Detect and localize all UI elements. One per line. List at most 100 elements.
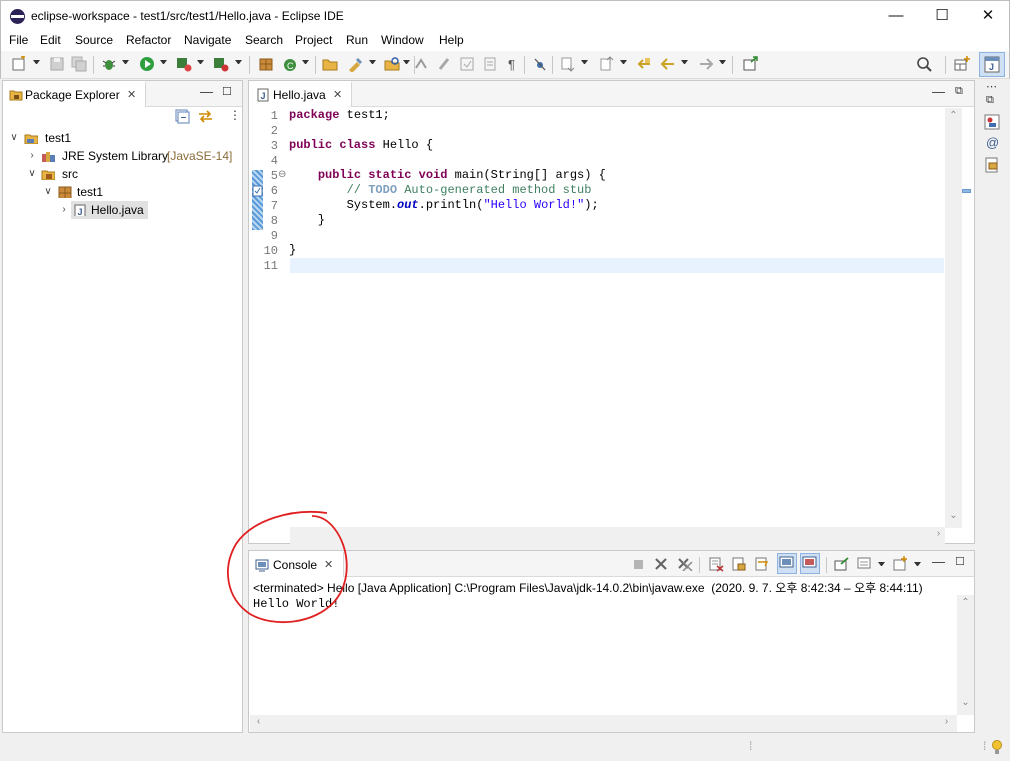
menu-run[interactable]: Run (346, 33, 368, 47)
open-console-icon[interactable] (892, 556, 908, 572)
scroll-left-arrow-icon[interactable]: ‹ (250, 716, 267, 727)
toggle-highlight-icon[interactable] (435, 56, 452, 73)
menu-project[interactable]: Project (295, 33, 332, 47)
open-task-icon[interactable] (346, 56, 363, 73)
editor-horizontal-scrollbar[interactable]: › (290, 527, 945, 544)
declaration-icon[interactable] (984, 157, 1000, 173)
menu-search[interactable]: Search (245, 33, 283, 47)
next-annotation-dropdown-icon[interactable] (581, 60, 588, 64)
new-icon[interactable] (10, 55, 27, 73)
word-wrap-icon[interactable] (754, 556, 770, 572)
pin-editor-icon[interactable] (741, 56, 758, 73)
minimize-view-icon[interactable]: — (200, 84, 213, 99)
toggle-block-icon[interactable] (458, 56, 475, 73)
tree-item-package[interactable]: ∨ test1 (7, 183, 237, 201)
new-java-package-icon[interactable] (257, 56, 274, 73)
search-java-icon[interactable] (383, 56, 400, 73)
debug-icon[interactable] (100, 56, 117, 73)
maximize-view-icon[interactable]: ☐ (955, 555, 965, 568)
editor-vertical-scrollbar[interactable]: ⌃ ⌄ (945, 108, 962, 528)
back-icon[interactable] (659, 56, 676, 73)
scroll-right-arrow-icon[interactable]: › (930, 528, 947, 539)
display-selected-console-icon[interactable] (856, 556, 872, 572)
collapsed-chevron-icon[interactable]: › (59, 201, 69, 219)
restore-view-icon[interactable]: ⧉ (955, 85, 963, 98)
show-whitespace-icon[interactable]: ¶ (503, 56, 520, 73)
coverage-dropdown-icon[interactable] (197, 60, 204, 64)
search-dropdown-icon[interactable] (403, 60, 410, 64)
close-window-button[interactable]: ✕ (965, 1, 1010, 32)
tab-hello-java[interactable]: J Hello.java ✕ (249, 81, 352, 107)
open-console-dropdown-icon[interactable] (914, 562, 921, 566)
trim-menu-dots-icon[interactable]: ⋯ (986, 80, 997, 93)
tree-item-src[interactable]: ∨ src (7, 165, 237, 183)
maximize-view-icon[interactable]: ☐ (222, 85, 232, 98)
remove-launch-icon[interactable] (654, 557, 668, 571)
menu-edit[interactable]: Edit (40, 33, 61, 47)
run-icon[interactable] (138, 56, 155, 73)
tree-item-jre-library[interactable]: › JRE System Library [JavaSE-14] (7, 147, 237, 165)
external-tools-dropdown-icon[interactable] (235, 60, 242, 64)
outline-view-icon[interactable] (984, 114, 1000, 130)
scroll-right-arrow-icon[interactable]: › (938, 716, 955, 727)
display-console-dropdown-icon[interactable] (878, 562, 885, 566)
expanded-chevron-icon[interactable]: ∨ (27, 165, 37, 183)
tree-item-hello-java[interactable]: › J Hello.java (7, 201, 237, 219)
previous-annotation-icon[interactable] (598, 56, 615, 73)
menu-navigate[interactable]: Navigate (184, 33, 231, 47)
task-dropdown-icon[interactable] (369, 60, 376, 64)
show-console-on-stderr-button[interactable] (800, 553, 820, 574)
link-with-editor-icon[interactable] (197, 109, 214, 124)
terminate-icon[interactable] (633, 559, 644, 570)
toggle-ant-icon[interactable] (412, 56, 429, 73)
javadoc-icon[interactable]: @ (986, 135, 999, 150)
scroll-lock-icon[interactable] (731, 556, 747, 572)
restore-outline-icon[interactable]: ⧉ (986, 94, 994, 107)
tip-lightbulb-icon[interactable] (991, 739, 1003, 755)
menu-help[interactable]: Help (439, 33, 464, 47)
java-perspective-button[interactable]: J (979, 52, 1005, 77)
search-icon[interactable] (916, 56, 933, 73)
expanded-chevron-icon[interactable]: ∨ (9, 129, 19, 147)
tree-item-project[interactable]: ∨ test1 (7, 129, 237, 147)
menu-source[interactable]: Source (75, 33, 113, 47)
open-type-icon[interactable] (321, 56, 338, 73)
show-console-on-stdout-button[interactable] (777, 553, 797, 574)
last-edit-location-icon[interactable] (635, 56, 652, 73)
collapse-all-icon[interactable] (175, 109, 190, 124)
menu-window[interactable]: Window (381, 33, 424, 47)
save-icon[interactable] (48, 56, 65, 73)
fold-collapse-icon[interactable]: ⊖ (278, 169, 286, 180)
external-tools-icon[interactable] (212, 56, 229, 73)
collapsed-chevron-icon[interactable]: › (27, 147, 37, 165)
toggle-word-wrap-icon[interactable] (481, 56, 498, 73)
coverage-icon[interactable] (175, 56, 192, 73)
menu-refactor[interactable]: Refactor (126, 33, 171, 47)
new-java-class-icon[interactable]: C (281, 56, 298, 73)
minimize-view-icon[interactable]: — (932, 84, 945, 99)
next-annotation-icon[interactable] (559, 56, 576, 73)
remove-all-terminated-icon[interactable] (677, 557, 693, 571)
forward-icon[interactable] (697, 56, 714, 73)
forward-dropdown-icon[interactable] (719, 60, 726, 64)
open-perspective-icon[interactable] (953, 56, 970, 73)
pin-console-icon[interactable] (833, 556, 849, 572)
scroll-down-arrow-icon[interactable]: ⌄ (957, 697, 974, 708)
maximize-button[interactable]: ☐ (919, 1, 965, 32)
scroll-up-arrow-icon[interactable]: ⌃ (957, 597, 974, 608)
run-dropdown-icon[interactable] (160, 60, 167, 64)
close-tab-icon[interactable]: ✕ (127, 88, 136, 101)
debug-dropdown-icon[interactable] (122, 60, 129, 64)
close-tab-icon[interactable]: ✕ (333, 88, 342, 101)
skip-breakpoints-icon[interactable] (531, 56, 548, 73)
menu-file[interactable]: File (9, 33, 28, 47)
console-horizontal-scrollbar[interactable]: ‹ › (250, 715, 957, 732)
console-vertical-scrollbar[interactable]: ⌃ ⌄ (957, 595, 974, 715)
scroll-down-arrow-icon[interactable]: ⌄ (945, 510, 962, 521)
new-class-dropdown-icon[interactable] (302, 60, 309, 64)
scroll-up-arrow-icon[interactable]: ⌃ (945, 110, 962, 121)
overview-ruler-marker[interactable] (962, 189, 971, 193)
back-dropdown-icon[interactable] (681, 60, 688, 64)
minimize-view-icon[interactable]: — (932, 554, 945, 569)
save-all-icon[interactable] (70, 56, 87, 73)
